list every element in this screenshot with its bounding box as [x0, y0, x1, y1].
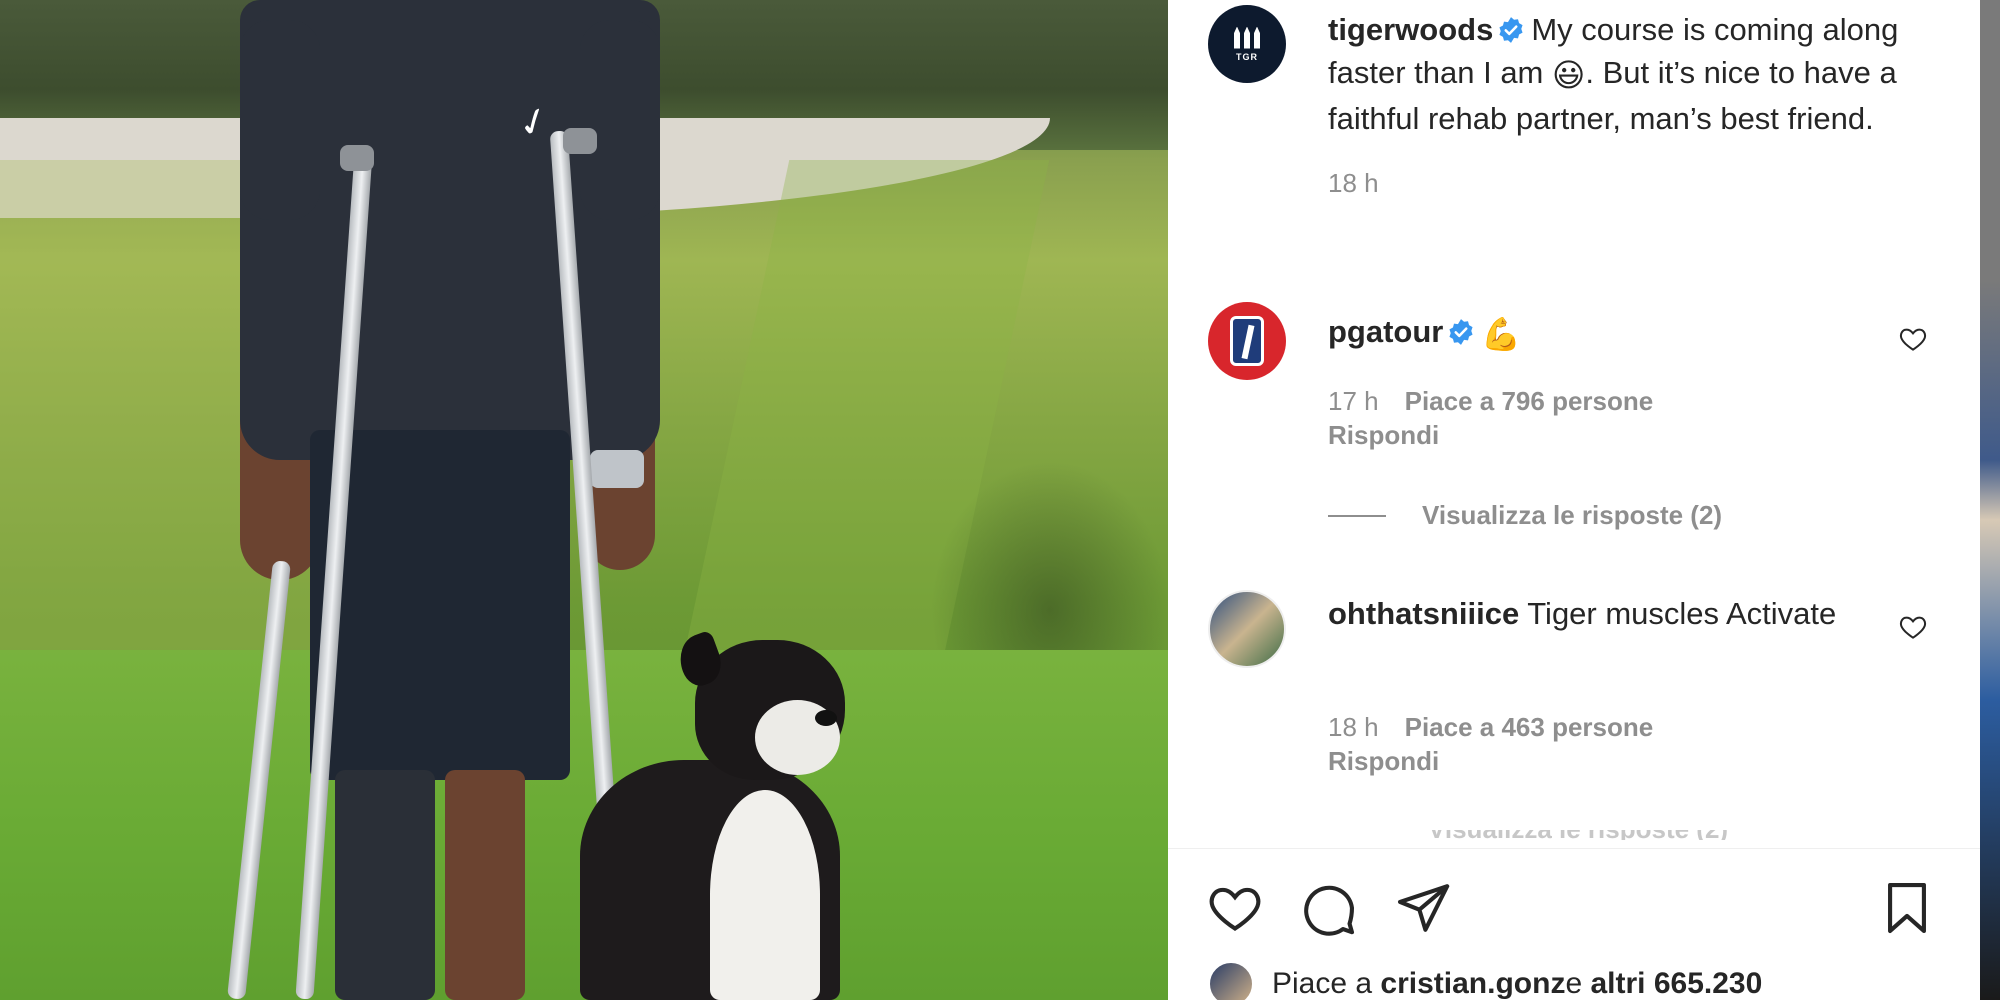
view-replies-label: Visualizza le risposte (2): [1428, 830, 1788, 840]
background-window-edge: [1980, 0, 2000, 1000]
likes-summary: Piace a cristian.gonz e altri 665.230: [1208, 961, 1762, 1000]
photo-person-leg-brace: [335, 770, 435, 1000]
photo-person-leg: [445, 770, 525, 1000]
photo-person-sleeve: [240, 20, 320, 220]
commenter-avatar[interactable]: [1208, 302, 1286, 380]
author-username[interactable]: tigerwoods: [1328, 12, 1493, 47]
tgr-logo-icon: TGR: [1234, 26, 1260, 62]
likes-others-count[interactable]: altri 665.230: [1590, 967, 1762, 1000]
post-timestamp[interactable]: 18 h: [1328, 168, 1405, 199]
likes-prefix: Piace a: [1272, 967, 1373, 1000]
photo-crutch-grip: [563, 128, 597, 154]
photo-crutch-grip: [340, 145, 374, 171]
photo-dog: [580, 629, 860, 1000]
tgr-logo-text: TGR: [1236, 51, 1258, 62]
comment-likes-count[interactable]: Piace a 796 persone: [1405, 386, 1654, 416]
bookmark-icon[interactable]: [1878, 879, 1936, 937]
comment-time[interactable]: 17 h: [1328, 386, 1379, 416]
post-actions-bar: Piace a cristian.gonz e altri 665.230: [1168, 848, 1980, 1000]
post-photo[interactable]: ✓: [0, 0, 1168, 1000]
photo-dog-chest: [710, 790, 820, 1000]
view-replies-label: Visualizza le risposte (2): [1422, 500, 1723, 530]
commenter-username[interactable]: ohthatsniiice: [1328, 596, 1519, 631]
smiley-emoji-icon: 😃: [1552, 57, 1586, 93]
author-avatar[interactable]: TGR: [1208, 5, 1286, 83]
likes-middle: e: [1565, 967, 1583, 1000]
view-replies-button-partial[interactable]: Visualizza le risposte (2): [1428, 830, 1788, 840]
view-replies-line: [1328, 514, 1386, 517]
photo-dog-nose: [815, 710, 837, 726]
view-replies-button[interactable]: Visualizza le risposte (2): [1328, 500, 1722, 531]
comment-time[interactable]: 18 h: [1328, 712, 1379, 742]
commenter-avatar[interactable]: [1208, 590, 1286, 668]
comment-like-heart-icon[interactable]: [1898, 324, 1928, 354]
photo-watch: [590, 450, 644, 488]
post-side-panel: TGR tigerwoods My course is coming along …: [1168, 0, 1980, 1000]
reply-button[interactable]: Rispondi: [1328, 420, 1439, 451]
liker-username[interactable]: cristian.gonz: [1380, 967, 1565, 1000]
comment-likes-count[interactable]: Piace a 463 persone: [1405, 712, 1654, 742]
caption-text-block: tigerwoods My course is coming along fast…: [1328, 8, 1938, 140]
comment-icon[interactable]: [1300, 879, 1358, 937]
comment-meta: 18 h Piace a 463 persone: [1328, 712, 1653, 743]
comment-meta: 17 h Piace a 796 persone: [1328, 386, 1653, 417]
commenter-username[interactable]: pgatour: [1328, 314, 1443, 349]
comment-text-block: pgatour 💪: [1328, 310, 1938, 356]
photo-person-sleeve: [580, 20, 660, 220]
comment-like-heart-icon[interactable]: [1898, 612, 1928, 642]
liker-avatar[interactable]: [1208, 961, 1254, 1000]
reply-button[interactable]: Rispondi: [1328, 746, 1439, 777]
pga-tour-logo-icon: [1230, 316, 1264, 366]
verified-badge-icon: [1499, 17, 1523, 43]
heart-icon[interactable]: [1206, 879, 1264, 937]
verified-badge-icon: [1449, 319, 1473, 345]
comment-text: Tiger muscles Activate: [1527, 596, 1837, 631]
flexed-biceps-emoji-icon: 💪: [1481, 316, 1522, 352]
share-icon[interactable]: [1394, 879, 1452, 937]
comment-text-block: ohthatsniiice Tiger muscles Activate: [1328, 592, 1938, 635]
